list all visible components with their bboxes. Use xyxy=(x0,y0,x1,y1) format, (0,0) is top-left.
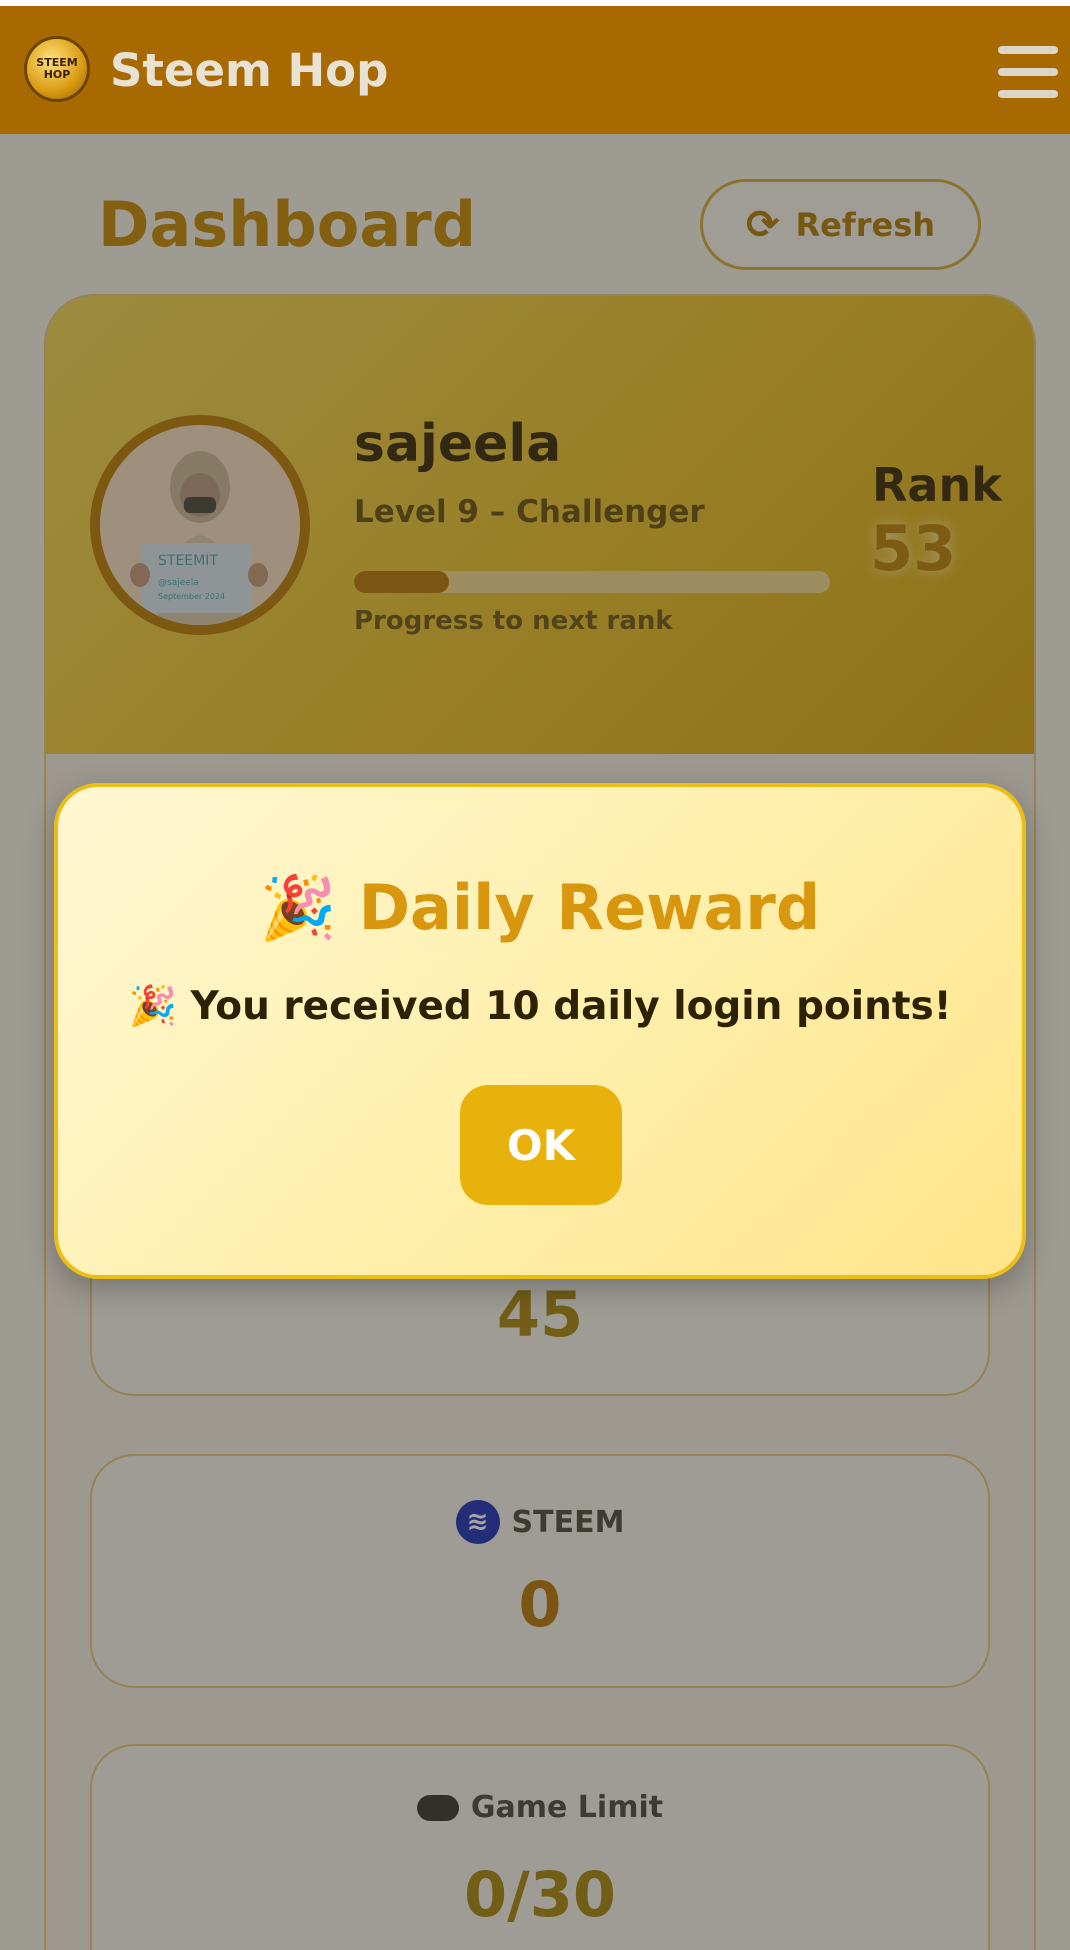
ok-button[interactable]: OK xyxy=(460,1085,622,1205)
modal-title-text: Daily Reward xyxy=(358,871,821,944)
modal-message: 🎉 You received 10 daily login points! xyxy=(128,984,952,1029)
app-title[interactable]: Steem Hop xyxy=(110,44,388,97)
menu-icon[interactable] xyxy=(998,46,1058,100)
daily-reward-modal: 🎉 Daily Reward 🎉 You received 10 daily l… xyxy=(54,783,1026,1279)
modal-title: 🎉 Daily Reward xyxy=(58,871,1022,945)
logo-text-bottom: HOP xyxy=(43,68,71,81)
app-logo[interactable]: STEEM HOP xyxy=(24,36,90,102)
app-header: STEEM HOP Steem Hop xyxy=(0,6,1070,134)
party-popper-icon: 🎉 xyxy=(259,871,337,944)
